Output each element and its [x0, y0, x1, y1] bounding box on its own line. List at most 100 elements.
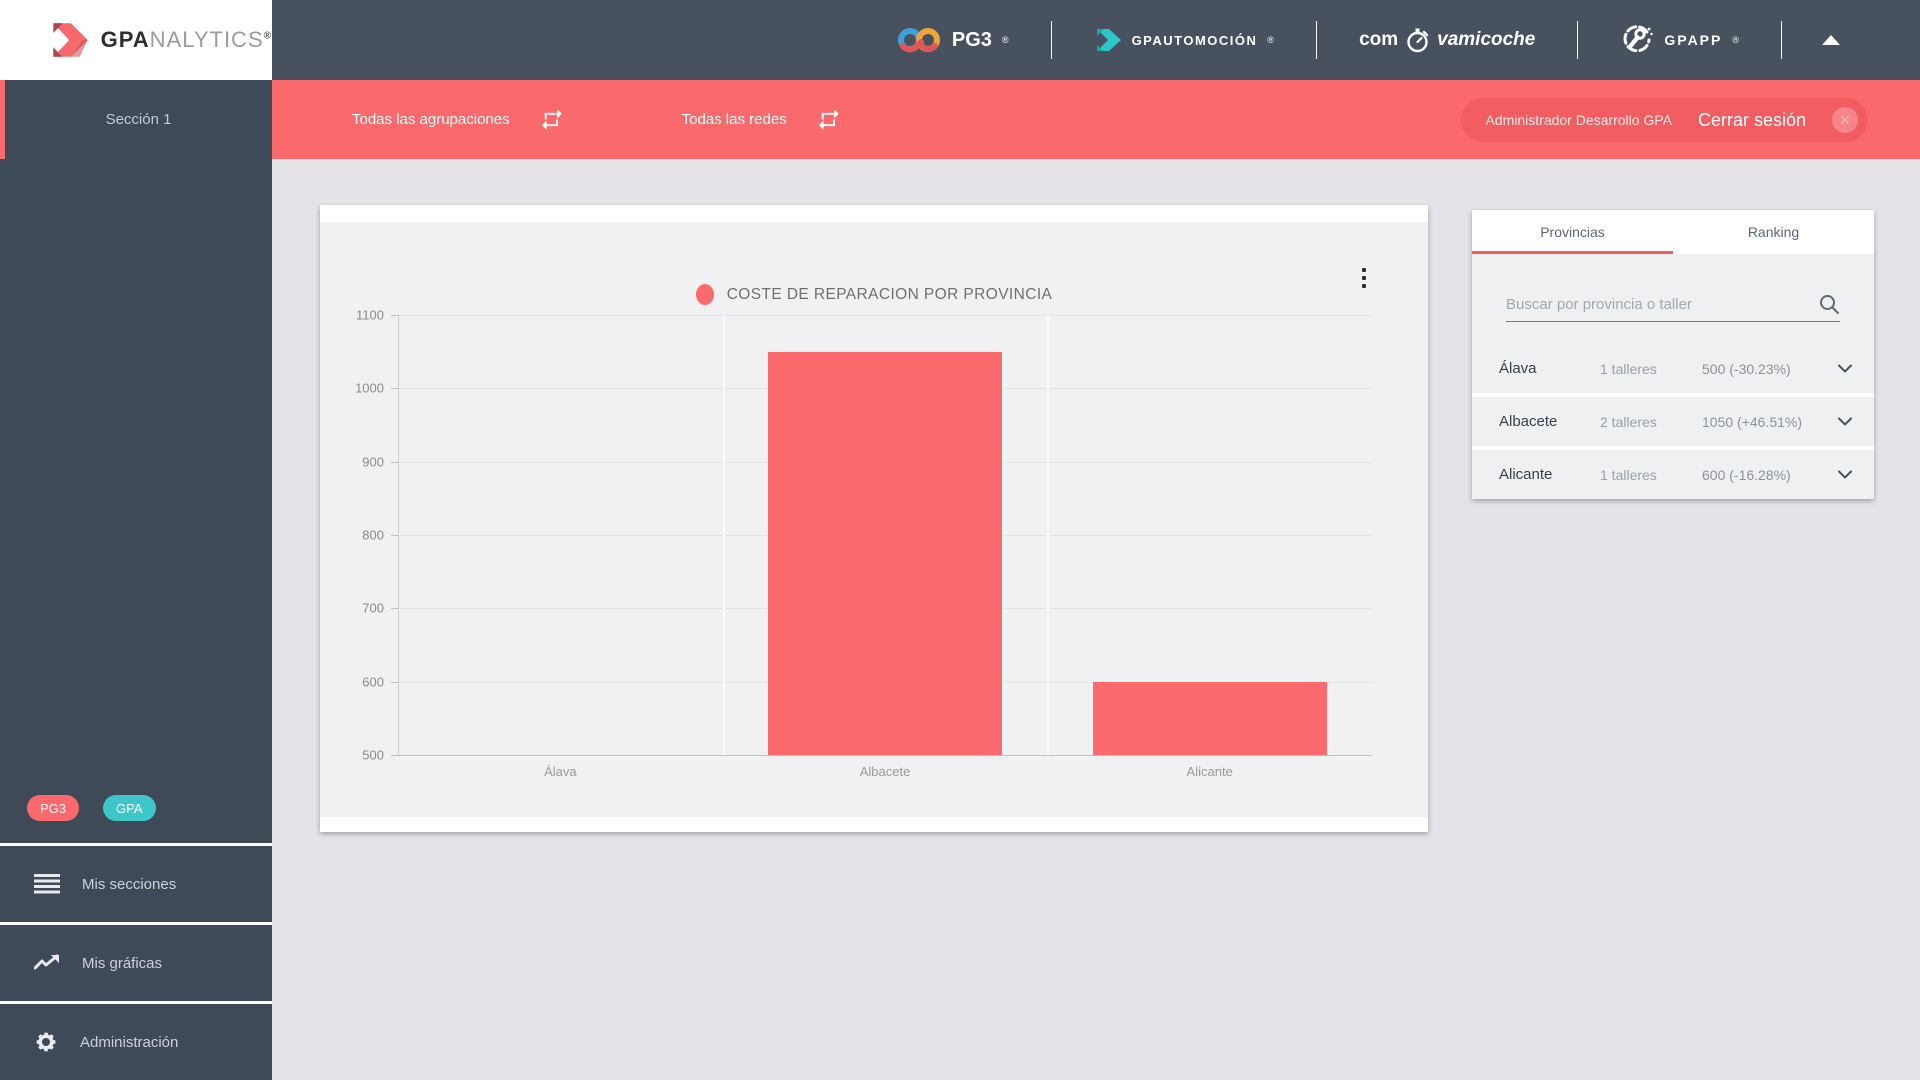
- user-name-label: Administrador Desarrollo GPA: [1485, 112, 1672, 128]
- brand-arrow-icon: [53, 23, 88, 57]
- y-tick-label: 500: [362, 747, 384, 763]
- y-tick: [391, 755, 398, 756]
- search-input[interactable]: [1506, 295, 1818, 313]
- swap-repeat-icon[interactable]: [540, 109, 564, 130]
- logout-close-icon[interactable]: ✕: [1832, 107, 1858, 133]
- y-tick-label: 1000: [355, 380, 384, 396]
- y-tick: [391, 461, 398, 463]
- brand-wordmark: GPANALYTICS®: [100, 27, 272, 52]
- sidebar-item-label: Mis gráficas: [82, 954, 163, 972]
- sidebar-item-administracion[interactable]: Administración: [0, 1001, 272, 1080]
- chevron-down-icon[interactable]: [1838, 470, 1852, 479]
- gpapp-label: GPAPP: [1664, 32, 1723, 48]
- province-name: Alicante: [1499, 466, 1553, 483]
- badge-gpa[interactable]: GPA: [103, 795, 156, 821]
- gridline: [398, 315, 1372, 316]
- y-tick-label: 900: [362, 454, 384, 470]
- gear-icon: [36, 1032, 56, 1052]
- badge-pg3[interactable]: PG3: [27, 795, 80, 821]
- y-tick: [391, 608, 398, 610]
- y-tick-label: 700: [362, 600, 384, 616]
- filter-agrupaciones-label: Todas las agrupaciones: [352, 111, 510, 128]
- tab-provincias[interactable]: Provincias: [1472, 210, 1673, 254]
- header-separator: [1781, 21, 1782, 59]
- sidebar-item-seccion-1[interactable]: Sección 1: [0, 80, 272, 159]
- chevron-down-icon[interactable]: [1838, 364, 1852, 373]
- filter-redes[interactable]: Todas las redes: [681, 109, 841, 130]
- sidebar-item-label: Mis secciones: [82, 875, 177, 893]
- pg3-logo: PG3 ®: [854, 25, 1051, 55]
- search-block: [1472, 254, 1874, 344]
- trending-chart-icon: [34, 954, 59, 970]
- legend-dot-icon: [695, 284, 714, 305]
- y-tick: [391, 681, 398, 683]
- category-separator: [722, 315, 725, 755]
- swap-repeat-icon[interactable]: [817, 109, 841, 130]
- chart-body: COSTE DE REPARACION POR PROVINCIA 500 600…: [320, 222, 1428, 817]
- chart-title: COSTE DE REPARACION POR PROVINCIA: [726, 285, 1053, 303]
- badges-row: PG3 GPA: [0, 773, 272, 843]
- brand-logo: GPANALYTICS®: [0, 0, 272, 80]
- list-icon: [34, 874, 60, 894]
- sidebar-bottom: PG3 GPA Mis secciones Mis gráficas Admin…: [0, 773, 272, 1080]
- sidebar-item-mis-secciones[interactable]: Mis secciones: [0, 843, 272, 922]
- user-session-pill: Administrador Desarrollo GPA Cerrar sesi…: [1461, 98, 1868, 142]
- collapse-header-arrow-icon[interactable]: [1822, 35, 1840, 45]
- province-value: 1050 (+46.51%): [1702, 413, 1803, 430]
- logout-button[interactable]: Cerrar sesión: [1698, 110, 1806, 131]
- sidebar: Sección 1 PG3 GPA Mis secciones Mis gráf…: [0, 80, 272, 1080]
- comprovamicoche-logo: com vamicoche: [1317, 27, 1577, 54]
- bar-albacete[interactable]: [768, 351, 1002, 755]
- province-row-albacete[interactable]: Albacete 2 talleres 1050 (+46.51%): [1472, 397, 1874, 446]
- gpapp-logo: GPAPP ®: [1578, 23, 1781, 57]
- provinces-panel: Provincias Ranking Álava 1 talleres 500 …: [1472, 210, 1874, 499]
- section-label: Sección 1: [105, 111, 172, 128]
- y-axis-line: [398, 315, 399, 755]
- panel-body: Álava 1 talleres 500 (-30.23%) Albacete …: [1472, 254, 1874, 499]
- search-field[interactable]: [1506, 293, 1840, 322]
- pg3-infinity-icon: [897, 28, 940, 53]
- y-tick: [391, 535, 398, 536]
- tab-ranking[interactable]: Ranking: [1673, 210, 1874, 254]
- sidebar-item-mis-graficas[interactable]: Mis gráficas: [0, 922, 272, 1001]
- x-tick-label: Álava: [544, 764, 577, 779]
- province-row-alicante[interactable]: Alicante 1 talleres 600 (-16.28%): [1472, 450, 1874, 499]
- filter-redes-label: Todas las redes: [681, 111, 787, 128]
- partner-logos: PG3 ® GPAUTOMOCIÓN ® com vamicoche GPAPP…: [854, 0, 1880, 80]
- stopwatch-icon: [1407, 28, 1429, 52]
- sidebar-item-label: Administración: [80, 1033, 179, 1051]
- filter-agrupaciones[interactable]: Todas las agrupaciones: [352, 109, 564, 130]
- province-value: 500 (-30.23%): [1702, 360, 1791, 377]
- bar-alicante[interactable]: [1092, 681, 1327, 755]
- chart-card: COSTE DE REPARACION POR PROVINCIA 500 600…: [320, 205, 1428, 832]
- chevron-down-icon[interactable]: [1838, 417, 1852, 426]
- panel-tabs: Provincias Ranking: [1472, 210, 1874, 254]
- app-header: GPANALYTICS® PG3 ® GPAUTOMOCIÓN ® com va…: [0, 0, 1920, 80]
- x-tick-label: Alicante: [1186, 764, 1233, 779]
- active-tab-indicator: [1472, 251, 1673, 254]
- search-icon[interactable]: [1818, 293, 1840, 315]
- x-tick-label: Albacete: [859, 764, 911, 779]
- wrench-circle-icon: [1623, 25, 1654, 53]
- gpautomocion-logo: GPAUTOMOCIÓN ®: [1052, 28, 1317, 52]
- y-tick: [391, 388, 398, 390]
- province-talleres: 2 talleres: [1600, 413, 1657, 430]
- y-tick-label: 800: [362, 527, 384, 543]
- y-tick-label: 600: [362, 674, 384, 690]
- province-name: Albacete: [1499, 413, 1558, 430]
- gpautomocion-label: GPAUTOMOCIÓN: [1131, 32, 1258, 48]
- gpautomocion-arrow-icon: [1096, 29, 1121, 51]
- province-name: Álava: [1499, 360, 1537, 377]
- category-separator: [1047, 315, 1050, 755]
- y-tick-label: 1100: [356, 307, 384, 323]
- chart-legend[interactable]: COSTE DE REPARACION POR PROVINCIA: [320, 284, 1428, 305]
- province-value: 600 (-16.28%): [1702, 466, 1791, 483]
- pg3-label: PG3: [951, 28, 992, 51]
- province-row-alava[interactable]: Álava 1 talleres 500 (-30.23%): [1472, 344, 1874, 393]
- micoche-pre-label: com: [1359, 29, 1399, 50]
- y-tick: [391, 315, 398, 316]
- plot-area: 500 600 700 800 900 1000 1100 Álava Albacete Alic…: [355, 308, 1372, 779]
- province-talleres: 1 talleres: [1600, 466, 1657, 483]
- micoche-post-label: vamicoche: [1437, 29, 1536, 50]
- province-rows: Álava 1 talleres 500 (-30.23%) Albacete …: [1472, 344, 1874, 499]
